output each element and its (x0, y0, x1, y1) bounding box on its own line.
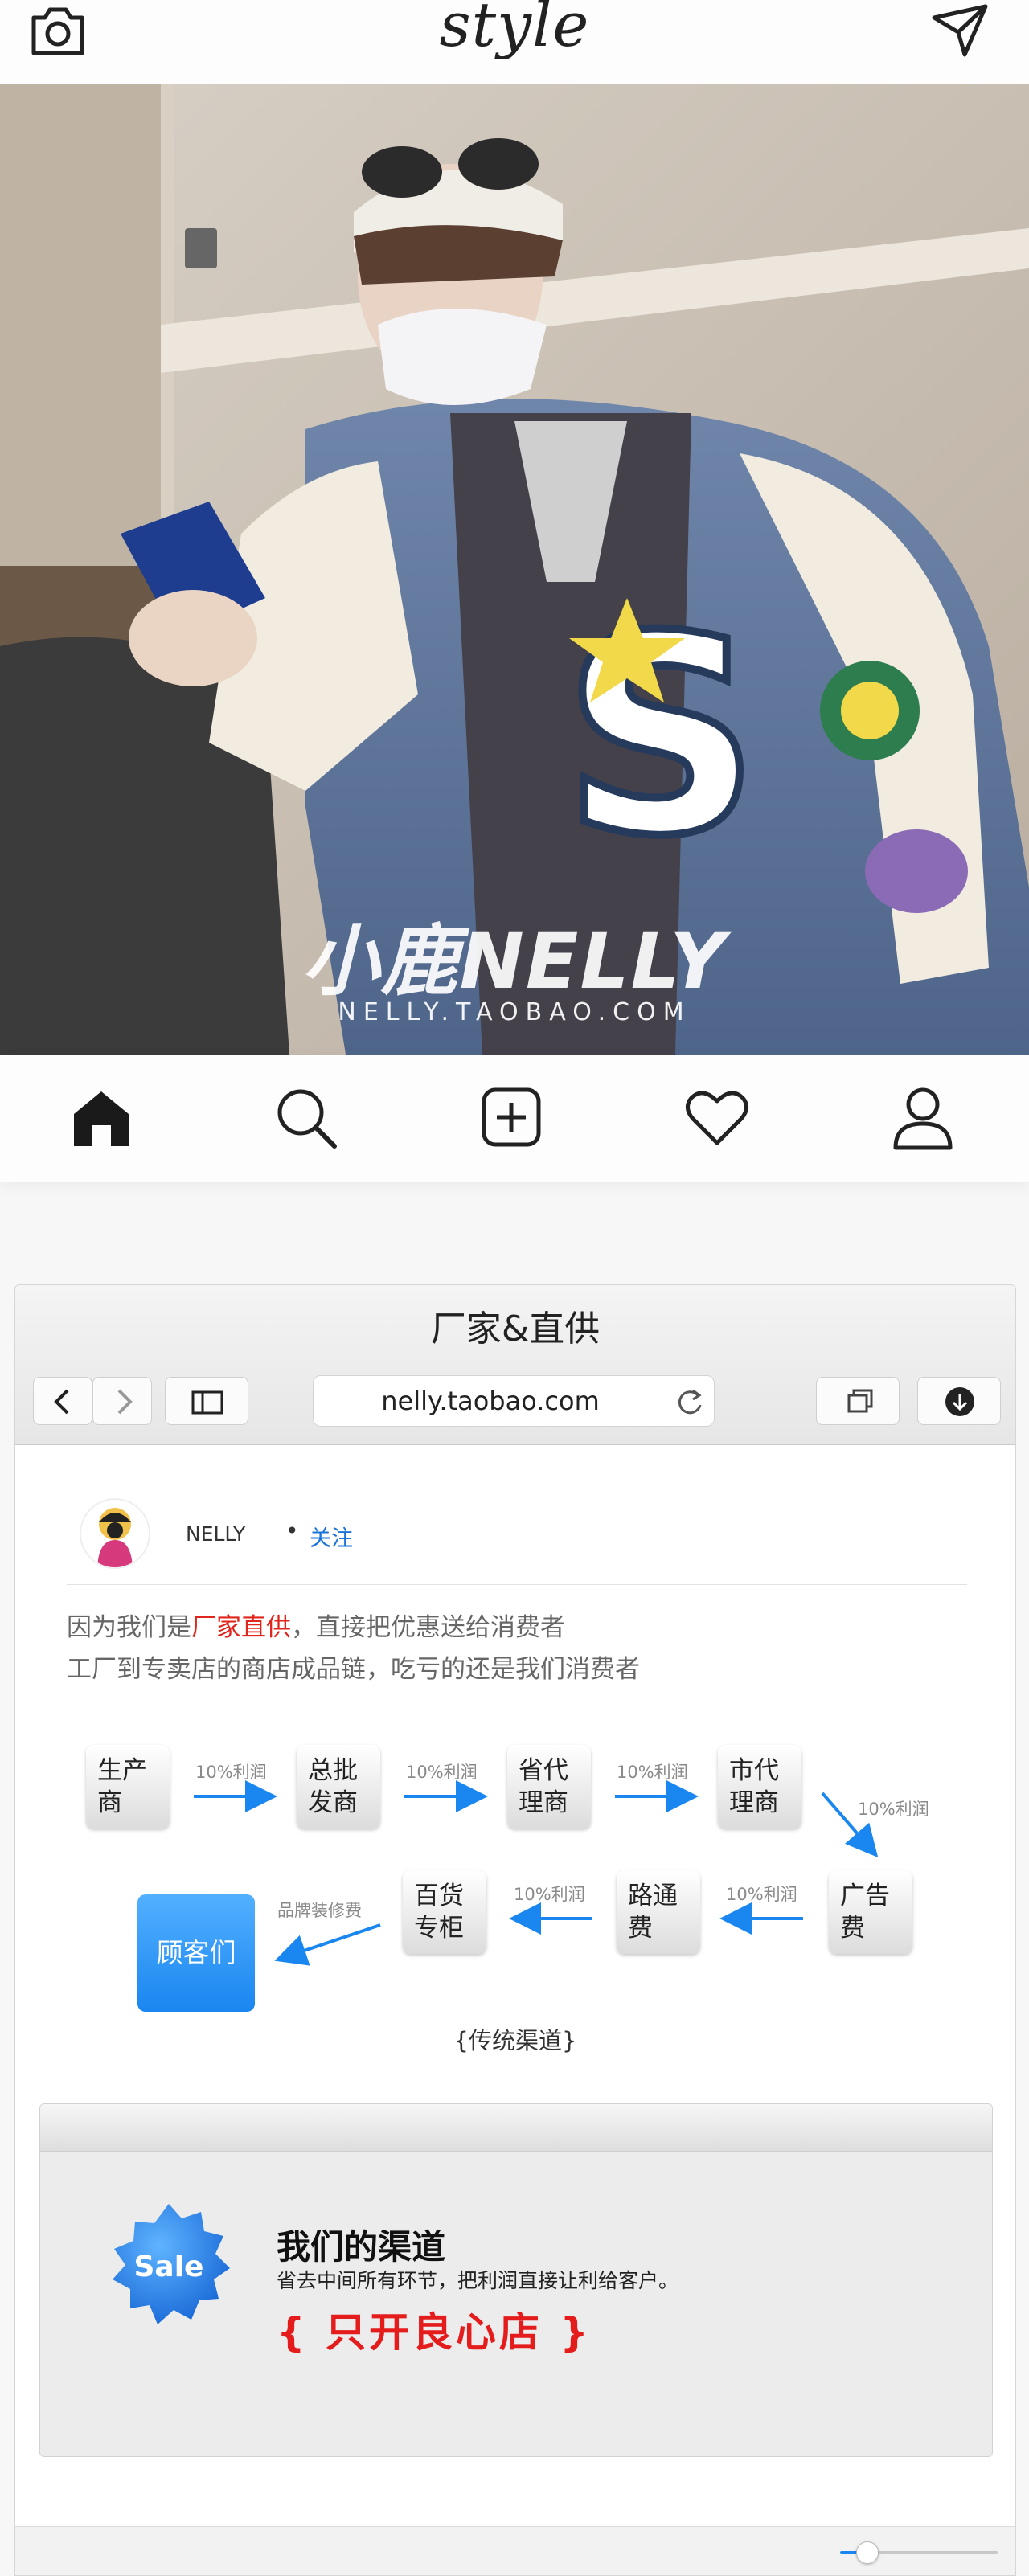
margin-label: 10%利润 (858, 1800, 929, 1819)
sale-badge-icon: Sale (113, 2204, 230, 2324)
bottom-nav-bar (0, 1055, 1029, 1182)
top-app-bar: style (0, 0, 1029, 84)
bottom-toolbar (15, 2526, 1015, 2575)
hero-photo: S 小鹿NELLY NELLY.TAOBAO.COM (0, 84, 1029, 1055)
send-icon[interactable] (929, 0, 990, 61)
flow-node-department-store: 百货 专柜 (403, 1870, 486, 1954)
our-channel-panel: Sale 我们的渠道 省去中间所有环节，把利润直接让利给客户。 { 只开良心店 … (39, 2103, 993, 2457)
search-icon[interactable] (272, 1083, 339, 1151)
channel-slogan: { 只开良心店 } (277, 2309, 592, 2356)
hero-brand-watermark: 小鹿NELLY (301, 916, 728, 1006)
margin-label: 10%利润 (406, 1763, 478, 1782)
flow-node-provincial-agent: 省代 理商 (507, 1745, 591, 1829)
traditional-channel-diagram: 生产商 总批 发商 省代 理商 市代 理商 广告费 路通费 百货 专柜 10%利润 10… (15, 1285, 1015, 2089)
app-logo: style (439, 0, 590, 60)
profile-icon[interactable] (889, 1083, 957, 1151)
sale-badge-text: Sale (134, 2250, 204, 2283)
flow-node-wholesaler: 总批 发商 (297, 1745, 380, 1829)
margin-label: 10%利润 (726, 1885, 797, 1904)
flow-node-customers: 顾客们 (137, 1894, 255, 2012)
channel-title: 我们的渠道 (277, 2227, 446, 2267)
add-post-icon[interactable] (478, 1083, 545, 1151)
zoom-slider[interactable] (840, 2541, 998, 2564)
margin-label: 10%利润 (195, 1763, 267, 1782)
margin-label: 10%利润 (617, 1763, 688, 1782)
flow-node-city-agent: 市代 理商 (718, 1745, 801, 1829)
margin-label: 10%利润 (514, 1885, 585, 1904)
heart-icon[interactable] (683, 1083, 751, 1151)
flow-node-transport: 路通费 (617, 1870, 700, 1954)
browser-window: 厂家&直供 nelly.taobao.com NELLY • 关注 因为我们是厂… (14, 1284, 1016, 2576)
svg-text:S: S (563, 578, 760, 896)
panel-header-bar (40, 2104, 992, 2152)
arrow-7 (274, 1923, 381, 1966)
home-icon[interactable] (68, 1083, 135, 1151)
flow-node-producer: 生产商 (86, 1745, 170, 1829)
zoom-slider-handle[interactable] (856, 2541, 879, 2564)
channel-description: 省去中间所有环节，把利润直接让利给客户。 (277, 2269, 679, 2292)
hero-url-watermark: NELLY.TAOBAO.COM (338, 998, 691, 1026)
flow-node-advertising: 广告费 (829, 1870, 912, 1954)
flow-caption: {传统渠道} (453, 2027, 577, 2054)
decoration-fee-label: 品牌装修费 (277, 1901, 362, 1920)
